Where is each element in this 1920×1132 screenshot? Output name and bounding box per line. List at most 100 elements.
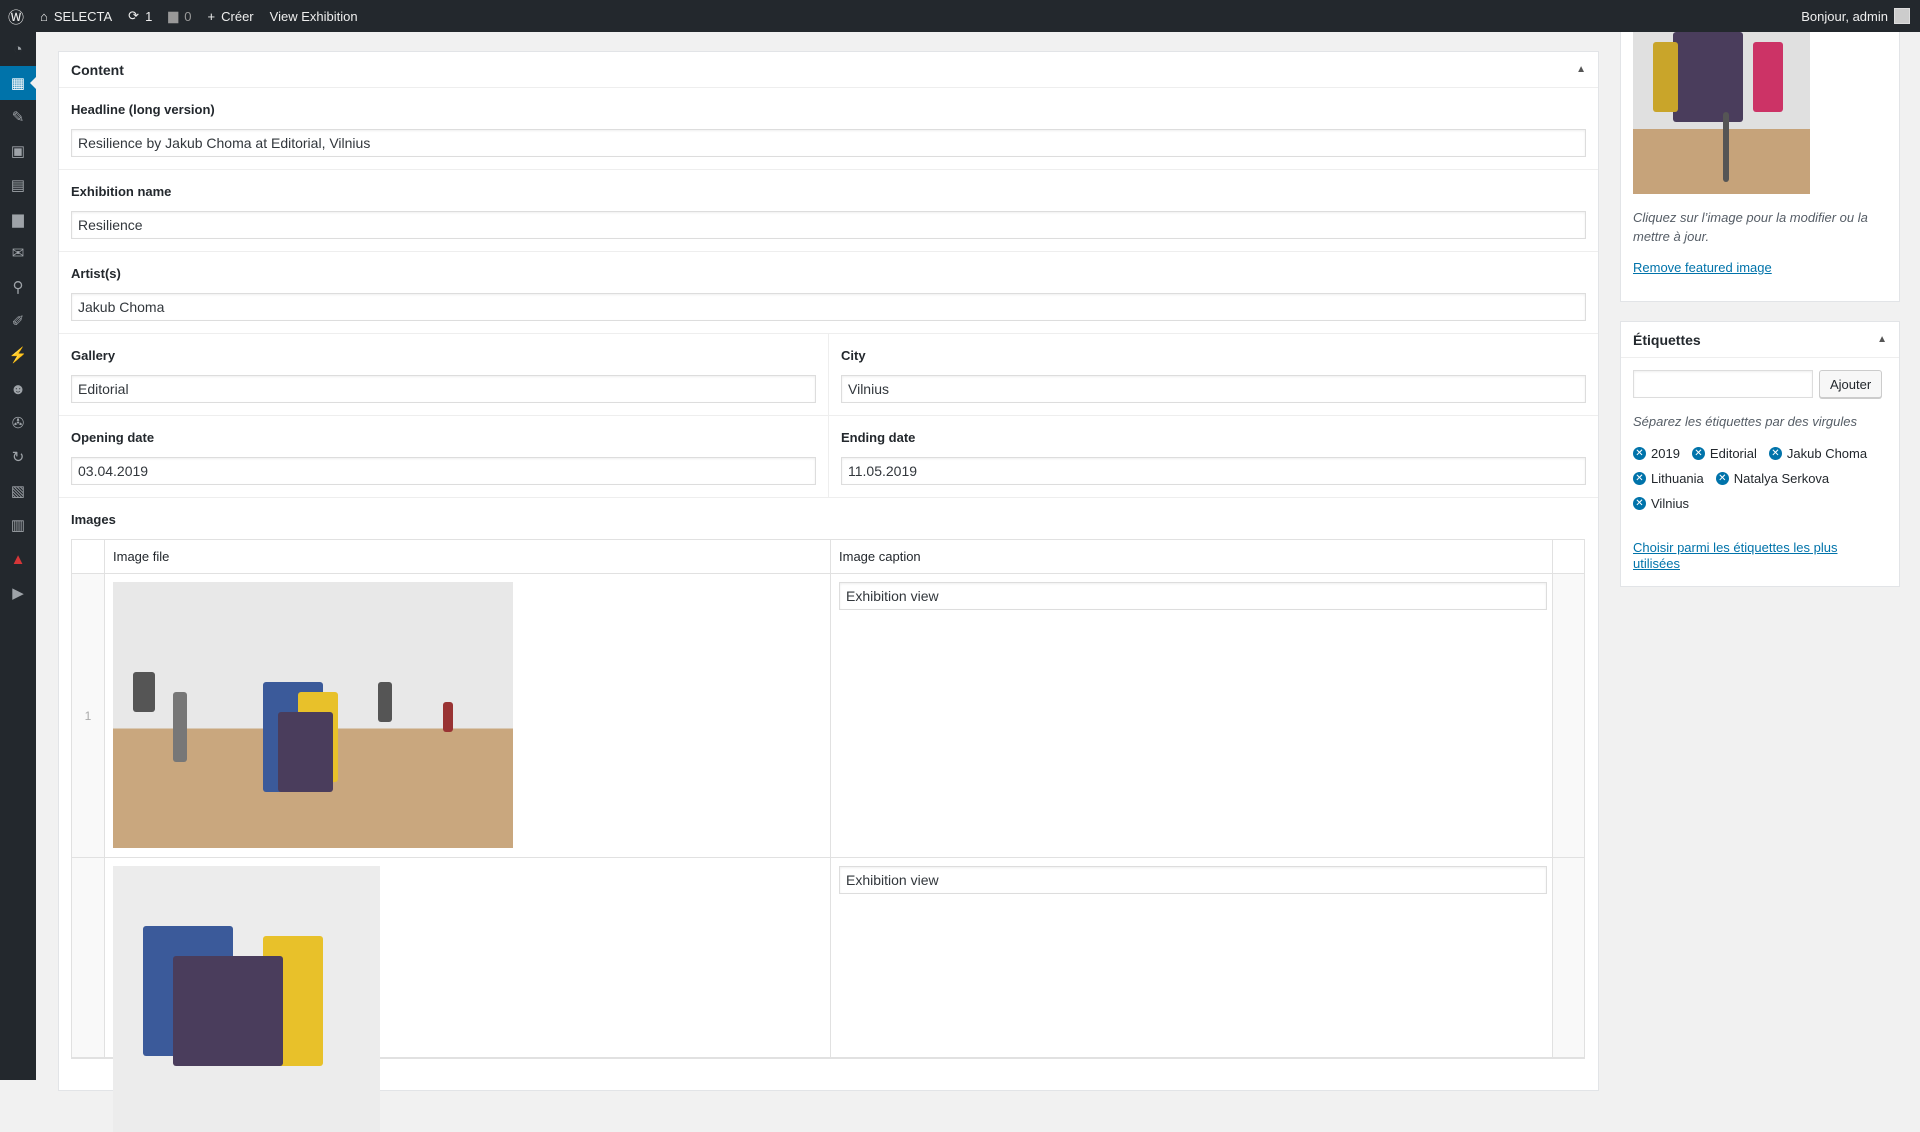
greeting: Bonjour, admin [1801,8,1888,24]
pin-icon[interactable]: ✎ [0,100,36,134]
exhibition-image-1[interactable] [113,582,513,848]
new-label: Créer [221,8,254,24]
remove-tag-icon[interactable]: ✕ [1633,447,1646,460]
search-icon[interactable]: ⚲ [0,270,36,304]
users-icon[interactable]: ☻ [0,372,36,406]
gallery-city-row: Gallery Editorial City Vilnius [59,334,1598,416]
comments-count: 0 [184,8,192,24]
gallery-input[interactable]: Editorial [71,375,816,403]
featured-image-thumbnail[interactable] [1633,32,1810,194]
admin-bar: Ⓦ ⌂ SELECTA ⟳ 1 ▆ 0 + Créer View Exhibition … [0,0,1920,32]
exhibition-label: Exhibition name [71,184,172,199]
tag-item: ✕ Lithuania [1633,471,1704,486]
view-exhibition-link[interactable]: View Exhibition [262,0,366,32]
row-actions[interactable] [1553,574,1584,857]
remove-featured-image-link[interactable]: Remove featured image [1633,260,1772,275]
caption-input[interactable]: Exhibition view [839,866,1547,894]
my-account-link[interactable]: Bonjour, admin [1793,0,1920,32]
tag-item: ✕ Jakub Choma [1768,446,1868,461]
comments-link[interactable]: ▆ 0 [160,0,199,32]
tag-label: Vilnius [1651,496,1690,511]
exhibition-field-group: Exhibition name Resilience [59,170,1598,252]
collapse-menu-icon[interactable]: ▶ [0,576,36,610]
sidebar: Cliquez sur l’image pour la modifier ou … [1620,32,1900,587]
dates-row: Opening date 03.04.2019 Ending date 11.0… [59,416,1598,498]
row-index[interactable]: 1 [72,574,105,857]
content-box-header[interactable]: Content ▲ [59,52,1598,88]
sync-icon[interactable]: ↻ [0,440,36,474]
plugins-icon[interactable]: ⚡ [0,338,36,372]
dashboard-icon[interactable]: ◔ [0,32,36,66]
collapse-toggle-icon[interactable]: ▲ [1576,64,1586,75]
images-field-group: Images Image file Image caption 1 Exhibi… [59,498,1598,1132]
opening-date-input[interactable]: 03.04.2019 [71,457,816,485]
artist-input[interactable]: Jakub Choma [71,293,1586,321]
remove-tag-icon[interactable]: ✕ [1691,447,1705,460]
layout-icon[interactable]: ▧ [0,474,36,508]
caption-input[interactable]: Exhibition view [839,582,1547,610]
table-row: Exhibition view [72,858,1584,1132]
new-tag-input[interactable] [1633,370,1813,398]
tools-icon[interactable]: ✇ [0,406,36,440]
opening-date-label: Opening date [71,430,155,445]
content-title: Content [71,61,124,78]
city-input[interactable]: Vilnius [841,375,1586,403]
admin-menu: ◔ ▦ ✎ ▣ ▤ ▆ ✉ ⚲ ✐ ⚡ ☻ ✇ ↻ ▧ ▥ ▲ ▶ [0,32,36,1080]
new-content-link[interactable]: + Créer [200,0,262,32]
site-name: SELECTA [53,8,113,24]
collapse-toggle-icon[interactable]: ▲ [1877,334,1887,345]
mail-icon[interactable]: ✉ [0,236,36,270]
table-icon[interactable]: ▥ [0,508,36,542]
images-label: Images [71,512,116,527]
most-used-tags-link[interactable]: Choisir parmi les étiquettes les plus ut… [1633,540,1837,571]
avatar [1894,8,1910,24]
wordpress-icon: Ⓦ [8,10,25,27]
tags-box: Étiquettes ▲ Ajouter Séparez les étiquet… [1620,321,1900,587]
tags-title: Étiquettes [1633,331,1701,348]
pages-icon[interactable]: ▤ [0,168,36,202]
tag-label: 2019 [1651,446,1680,461]
gallery-label: Gallery [71,348,116,363]
tag-label: Lithuania [1651,471,1704,486]
updates-icon: ⟳ [128,8,140,23]
artist-label: Artist(s) [71,266,121,281]
tag-label: Natalya Serkova [1733,471,1830,486]
headline-label: Headline (long version) [71,102,215,117]
col-image-caption: Image caption [831,540,1553,573]
plus-icon: + [207,8,216,24]
tag-label: Editorial [1709,446,1757,461]
comments-icon[interactable]: ▆ [0,202,36,236]
content-metabox: Content ▲ Headline (long version) Resili… [58,51,1599,1132]
view-exhibition-label: View Exhibition [269,8,358,24]
exhibition-image-2[interactable] [113,866,380,1132]
appearance-icon[interactable]: ✐ [0,304,36,338]
exhibition-name-input[interactable]: Resilience [71,211,1586,239]
tag-list: ✕ 2019 ✕ Editorial ✕ Jakub Choma ✕ Lithuania… [1633,441,1883,516]
table-row: 1 Exhibition view [72,574,1584,858]
tag-item: ✕ Vilnius [1633,496,1689,511]
ending-date-input[interactable]: 11.05.2019 [841,457,1586,485]
row-index[interactable] [72,858,105,1057]
home-icon: ⌂ [40,8,48,24]
remove-tag-icon[interactable]: ✕ [1633,497,1646,510]
row-actions[interactable] [1553,858,1584,1057]
updates-link[interactable]: ⟳ 1 [120,0,160,32]
images-repeater-table: Image file Image caption 1 Exhibition vi… [71,539,1585,1132]
media-icon[interactable]: ▣ [0,134,36,168]
headline-field-group: Headline (long version) Resilience by Ja… [59,88,1598,170]
remove-tag-icon[interactable]: ✕ [1768,447,1782,460]
artist-field-group: Artist(s) Jakub Choma [59,252,1598,334]
images-table-header: Image file Image caption [72,540,1584,574]
add-tag-button[interactable]: Ajouter [1819,370,1883,398]
tag-label: Jakub Choma [1786,446,1868,461]
col-image-file: Image file [105,540,831,573]
headline-input[interactable]: Resilience by Jakub Choma at Editorial, … [71,129,1586,157]
site-name-link[interactable]: ⌂ SELECTA [32,0,120,32]
remove-tag-icon[interactable]: ✕ [1715,472,1729,485]
exhibitions-menu-icon[interactable]: ▦ [0,66,36,100]
remove-tag-icon[interactable]: ✕ [1633,472,1646,485]
ending-date-label: Ending date [841,430,916,445]
wordpress-logo-button[interactable]: Ⓦ [0,0,32,32]
tags-box-header[interactable]: Étiquettes ▲ [1621,322,1899,358]
plugin-a-icon[interactable]: ▲ [0,542,36,576]
